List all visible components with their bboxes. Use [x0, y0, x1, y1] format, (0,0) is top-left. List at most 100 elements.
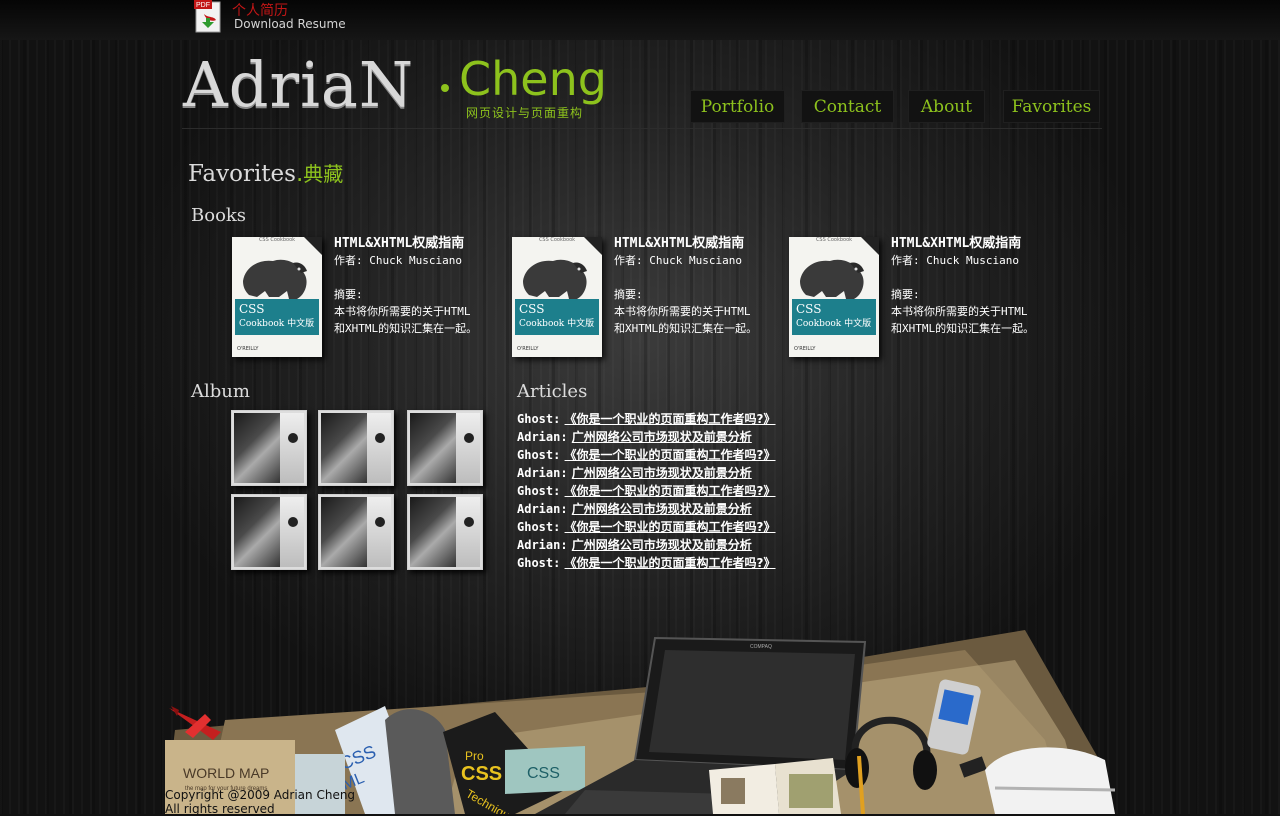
photo-logo-mark	[464, 517, 474, 527]
book-title[interactable]: HTML&XHTML权威指南	[614, 235, 784, 252]
album-photo[interactable]	[407, 410, 483, 486]
photo-light-panel	[456, 497, 480, 567]
book-summary-label: 摘要:	[614, 288, 643, 301]
article-link[interactable]: 《你是一个职业的页面重构工作者吗?》	[565, 412, 776, 426]
nav-contact[interactable]: Contact	[801, 90, 894, 123]
article-item: Ghost: 《你是一个职业的页面重构工作者吗?》	[517, 410, 776, 428]
bear-illustration-icon	[523, 259, 587, 299]
photo-portrait	[321, 497, 367, 567]
book-summary-label: 摘要:	[334, 288, 363, 301]
photo-light-panel	[280, 413, 304, 483]
book-title[interactable]: HTML&XHTML权威指南	[891, 235, 1061, 252]
article-author: Adrian:	[517, 538, 568, 552]
photo-portrait	[410, 497, 456, 567]
photo-logo-mark	[464, 433, 474, 443]
cover-title-line1: CSS	[796, 302, 822, 316]
article-author: Ghost:	[517, 520, 561, 534]
article-link[interactable]: 《你是一个职业的页面重构工作者吗?》	[565, 448, 776, 462]
teal-css-book-icon: CSS	[505, 746, 585, 794]
book-card[interactable]: CSS Cookbook CSS Cookbook 中文版 O'REILLY HT…	[789, 236, 1049, 362]
book-info: HTML&XHTML权威指南 作者: Chuck Musciano 摘要: 本书…	[334, 235, 504, 337]
album-photo[interactable]	[231, 494, 307, 570]
photo-logo-mark	[375, 517, 385, 527]
article-author: Adrian:	[517, 502, 568, 516]
page-title-en: Favorites	[188, 161, 296, 187]
book-author: 作者: Chuck Musciano	[891, 254, 1019, 267]
article-link[interactable]: 《你是一个职业的页面重构工作者吗?》	[565, 484, 776, 498]
article-link[interactable]: 《你是一个职业的页面重构工作者吗?》	[565, 556, 776, 570]
book-title[interactable]: HTML&XHTML权威指南	[334, 235, 504, 252]
photo-light-panel	[456, 413, 480, 483]
header-divider	[182, 128, 1102, 129]
article-item: Adrian: 广州网络公司市场现状及前景分析	[517, 536, 752, 554]
books-heading: Books	[191, 205, 247, 226]
book-cover[interactable]: CSS Cookbook CSS Cookbook 中文版 O'REILLY	[232, 237, 322, 357]
laptop-brand: COMPAQ	[750, 644, 772, 650]
book-cover[interactable]: CSS Cookbook CSS Cookbook 中文版 O'REILLY	[789, 237, 879, 357]
nav-portfolio[interactable]: Portfolio	[690, 90, 785, 123]
article-author: Adrian:	[517, 430, 568, 444]
book-summary-line2: 和XHTML的知识汇集在一起。	[334, 322, 478, 335]
album-photo[interactable]	[407, 494, 483, 570]
nav-favorites[interactable]: Favorites	[1003, 90, 1100, 123]
cover-title-line2: Cookbook 中文版	[796, 319, 872, 329]
book-summary-line1: 本书将你所需要的关于HTML	[614, 305, 751, 318]
article-item: Adrian: 广州网络公司市场现状及前景分析	[517, 428, 752, 446]
book-author: 作者: Chuck Musciano	[334, 254, 462, 267]
desk-illustration: WORLD MAP the map for your future dreams…	[165, 630, 1115, 814]
book-summary-line1: 本书将你所需要的关于HTML	[334, 305, 471, 318]
photo-portrait	[321, 413, 367, 483]
book-summary-line2: 和XHTML的知识汇集在一起。	[891, 322, 1035, 335]
book-card[interactable]: CSS Cookbook CSS Cookbook 中文版 O'REILLY HT…	[232, 236, 492, 362]
cover-corner	[861, 237, 879, 255]
photo-portrait	[410, 413, 456, 483]
cover-title-line2: Cookbook 中文版	[239, 319, 315, 329]
article-link[interactable]: 广州网络公司市场现状及前景分析	[572, 502, 752, 516]
cover-publisher: O'REILLY	[794, 346, 816, 352]
bear-illustration-icon	[243, 259, 307, 299]
article-author: Adrian:	[517, 466, 568, 480]
cover-title: CSS Cookbook 中文版	[792, 299, 876, 335]
article-link[interactable]: 广州网络公司市场现状及前景分析	[572, 430, 752, 444]
article-link[interactable]: 《你是一个职业的页面重构工作者吗?》	[565, 520, 776, 534]
article-author: Ghost:	[517, 448, 561, 462]
photo-light-panel	[367, 497, 391, 567]
sneaker-icon	[985, 747, 1115, 814]
article-link[interactable]: 广州网络公司市场现状及前景分析	[572, 466, 752, 480]
article-author: Ghost:	[517, 556, 561, 570]
book-cover[interactable]: CSS Cookbook CSS Cookbook 中文版 O'REILLY	[512, 237, 602, 357]
world-map-label: WORLD MAP	[183, 765, 269, 781]
photo-light-panel	[280, 497, 304, 567]
cover-publisher: O'REILLY	[517, 346, 539, 352]
book-info: HTML&XHTML权威指南 作者: Chuck Musciano 摘要: 本书…	[614, 235, 784, 337]
album-photo[interactable]	[318, 494, 394, 570]
cover-title: CSS Cookbook 中文版	[235, 299, 319, 335]
article-item: Adrian: 广州网络公司市场现状及前景分析	[517, 464, 752, 482]
article-item: Ghost: 《你是一个职业的页面重构工作者吗?》	[517, 446, 776, 464]
article-item: Ghost: 《你是一个职业的页面重构工作者吗?》	[517, 518, 776, 536]
article-item: Adrian: 广州网络公司市场现状及前景分析	[517, 500, 752, 518]
page-title: Favorites.典藏	[188, 158, 343, 187]
cover-publisher: O'REILLY	[237, 346, 259, 352]
photo-portrait	[234, 413, 280, 483]
photo-logo-mark	[375, 433, 385, 443]
book-summary-line1: 本书将你所需要的关于HTML	[891, 305, 1028, 318]
cover-corner	[304, 237, 322, 255]
resume-en-label: Download Resume	[234, 17, 346, 31]
album-photo[interactable]	[231, 410, 307, 486]
book-author: 作者: Chuck Musciano	[614, 254, 742, 267]
nav-about[interactable]: About	[908, 90, 985, 123]
book-card[interactable]: CSS Cookbook CSS Cookbook 中文版 O'REILLY HT…	[512, 236, 772, 362]
svg-text:PDF: PDF	[196, 2, 210, 9]
photo-portrait	[234, 497, 280, 567]
resume-download-link[interactable]: PDF 个人简历 Download Resume	[194, 0, 354, 38]
book-pro-label: Pro	[465, 749, 484, 763]
book-summary-label: 摘要:	[891, 288, 920, 301]
album-photo[interactable]	[318, 410, 394, 486]
book-info: HTML&XHTML权威指南 作者: Chuck Musciano 摘要: 本书…	[891, 235, 1061, 337]
article-item: Ghost: 《你是一个职业的页面重构工作者吗?》	[517, 554, 776, 572]
top-bar	[0, 0, 1280, 40]
book-summary-line2: 和XHTML的知识汇集在一起。	[614, 322, 758, 335]
article-link[interactable]: 广州网络公司市场现状及前景分析	[572, 538, 752, 552]
photo-logo-mark	[288, 433, 298, 443]
